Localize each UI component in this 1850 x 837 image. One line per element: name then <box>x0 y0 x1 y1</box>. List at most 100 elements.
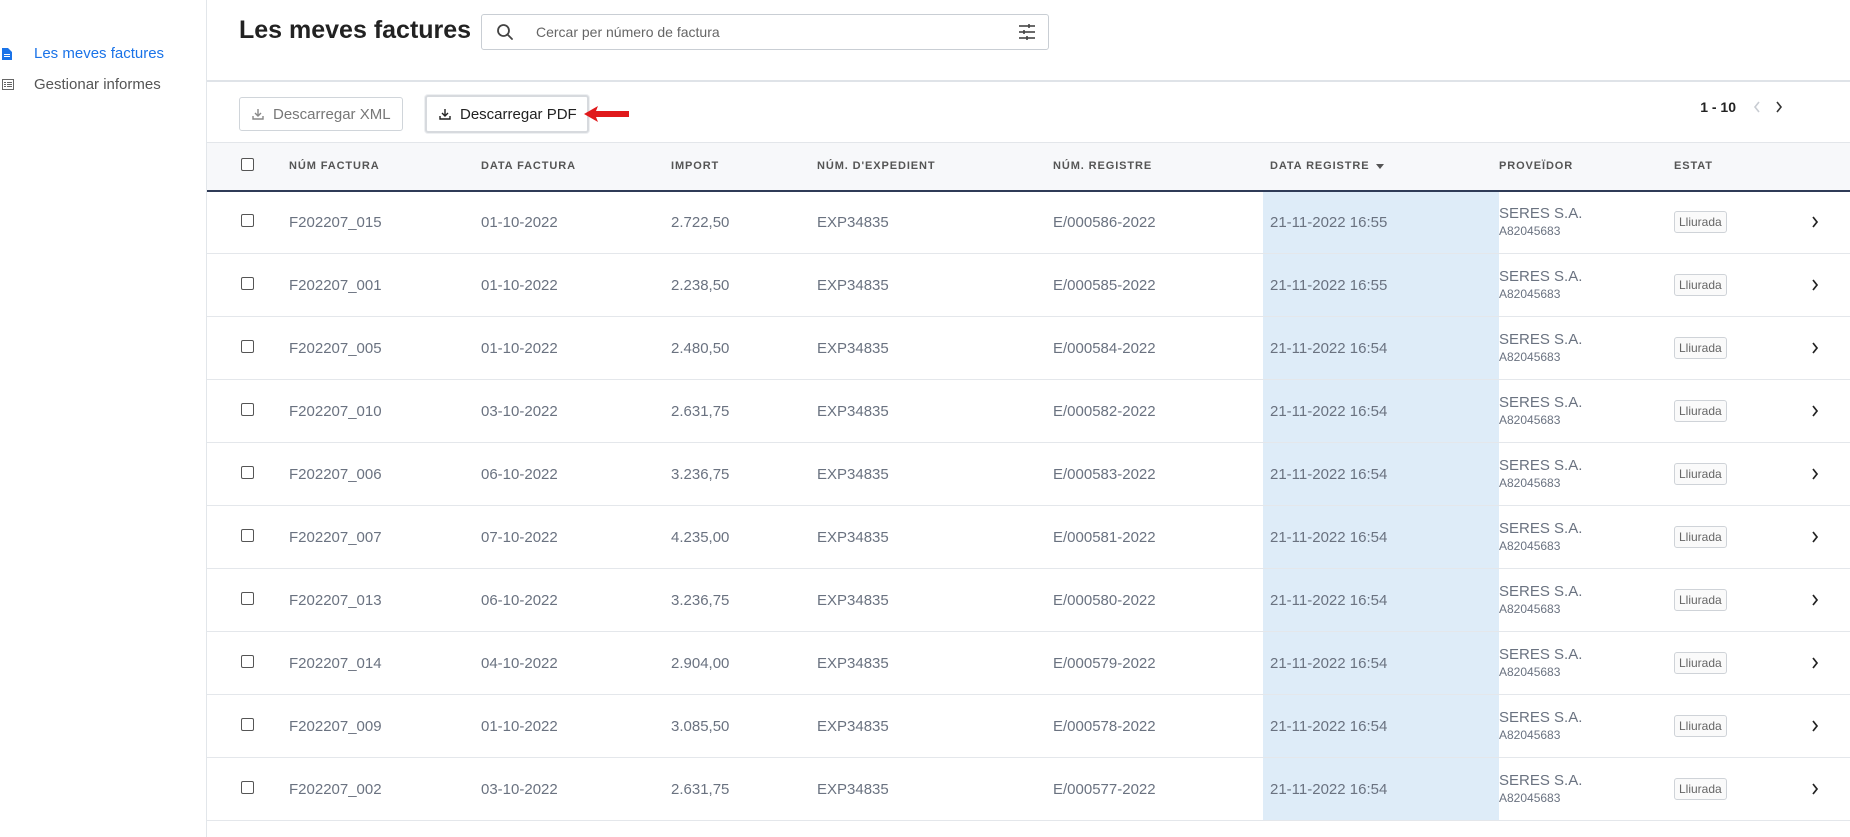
row-chevron-right-icon[interactable] <box>1780 720 1850 732</box>
invoice-number: F202207_015 <box>289 213 382 231</box>
registry-date: 21-11-2022 16:54 <box>1263 631 1499 695</box>
table-row[interactable]: F202207_014 04-10-2022 2.904,00 EXP34835… <box>207 631 1850 695</box>
row-checkbox[interactable] <box>241 654 254 668</box>
invoice-amount: 2.722,50 <box>671 213 730 231</box>
row-checkbox[interactable] <box>241 780 254 794</box>
row-chevron-right-icon[interactable] <box>1780 657 1850 669</box>
status-cell: Lliurada <box>1674 191 1780 254</box>
search-input[interactable] <box>536 15 976 49</box>
provider-id: A82045683 <box>1499 539 1561 553</box>
column-header[interactable]: PROVEÏDOR <box>1499 143 1674 191</box>
row-chevron-right-icon[interactable] <box>1780 468 1850 480</box>
column-header[interactable]: NÚM. D'EXPEDIENT <box>817 143 1053 191</box>
row-chevron-right-icon[interactable] <box>1780 405 1850 417</box>
status-cell: Lliurada <box>1674 317 1780 380</box>
invoices-table: NÚM FACTURA DATA FACTURA IMPORT NÚM. D'E… <box>207 142 1850 821</box>
sidebar-item-les-meves-factures[interactable]: Les meves factures <box>0 45 164 62</box>
registry-date: 21-11-2022 16:54 <box>1263 757 1499 821</box>
column-header[interactable]: NÚM. REGISTRE <box>1053 143 1263 191</box>
invoice-date: 03-10-2022 <box>481 402 558 420</box>
provider-cell: SERES S.A. A82045683 <box>1499 632 1674 695</box>
registry-number: E/000580-2022 <box>1053 591 1156 609</box>
row-chevron-right-icon[interactable] <box>1780 216 1850 228</box>
actions-header <box>1780 143 1850 191</box>
invoice-date: 06-10-2022 <box>481 465 558 483</box>
provider-cell: SERES S.A. A82045683 <box>1499 443 1674 506</box>
invoice-date: 01-10-2022 <box>481 213 558 231</box>
column-header[interactable]: NÚM FACTURA <box>289 143 481 191</box>
invoice-date: 04-10-2022 <box>481 654 558 672</box>
status-cell: Lliurada <box>1674 254 1780 317</box>
status-cell: Lliurada <box>1674 695 1780 758</box>
row-chevron-right-icon[interactable] <box>1780 783 1850 795</box>
row-checkbox[interactable] <box>241 276 254 290</box>
file-number: EXP34835 <box>817 339 889 357</box>
file-number: EXP34835 <box>817 213 889 231</box>
document-icon <box>2 47 14 61</box>
invoice-date: 01-10-2022 <box>481 276 558 294</box>
table-row[interactable]: F202207_005 01-10-2022 2.480,50 EXP34835… <box>207 316 1850 380</box>
row-checkbox[interactable] <box>241 717 254 731</box>
download-xml-button[interactable]: Descarregar XML <box>239 97 403 131</box>
column-header[interactable]: IMPORT <box>671 143 817 191</box>
provider-name: SERES S.A. <box>1499 772 1583 789</box>
registry-date: 21-11-2022 16:54 <box>1263 442 1499 506</box>
column-header[interactable]: DATA FACTURA <box>481 143 671 191</box>
header-divider <box>207 80 1850 82</box>
row-checkbox[interactable] <box>241 402 254 416</box>
row-chevron-right-icon[interactable] <box>1780 594 1850 606</box>
provider-id: A82045683 <box>1499 791 1561 805</box>
column-header-sorted[interactable]: DATA REGISTRE <box>1263 143 1499 191</box>
sidebar-item-gestionar-informes[interactable]: Gestionar informes <box>0 76 161 93</box>
table-row[interactable]: F202207_007 07-10-2022 4.235,00 EXP34835… <box>207 505 1850 569</box>
row-chevron-right-icon[interactable] <box>1780 531 1850 543</box>
list-icon <box>2 78 14 92</box>
status-badge: Lliurada <box>1674 526 1727 548</box>
table-row[interactable]: F202207_015 01-10-2022 2.722,50 EXP34835… <box>207 190 1850 254</box>
download-pdf-button[interactable]: Descarregar PDF <box>425 95 589 133</box>
row-checkbox[interactable] <box>241 591 254 605</box>
next-page-chevron-right-icon[interactable] <box>1768 97 1790 117</box>
row-checkbox[interactable] <box>241 213 254 227</box>
download-icon <box>439 108 451 120</box>
table-row[interactable]: F202207_002 03-10-2022 2.631,75 EXP34835… <box>207 757 1850 821</box>
status-badge: Lliurada <box>1674 589 1727 611</box>
provider-cell: SERES S.A. A82045683 <box>1499 380 1674 443</box>
status-cell: Lliurada <box>1674 380 1780 443</box>
file-number: EXP34835 <box>817 591 889 609</box>
provider-id: A82045683 <box>1499 413 1561 427</box>
file-number: EXP34835 <box>817 276 889 294</box>
select-all-checkbox[interactable] <box>241 158 254 172</box>
sidebar-item-label: Les meves factures <box>34 45 165 62</box>
provider-id: A82045683 <box>1499 602 1561 616</box>
invoice-number: F202207_006 <box>289 465 382 483</box>
table-row[interactable]: F202207_009 01-10-2022 3.085,50 EXP34835… <box>207 694 1850 758</box>
provider-name: SERES S.A. <box>1499 709 1583 726</box>
registry-number: E/000583-2022 <box>1053 465 1156 483</box>
row-checkbox[interactable] <box>241 339 254 353</box>
table-body: F202207_015 01-10-2022 2.722,50 EXP34835… <box>207 190 1850 821</box>
prev-page-chevron-left-icon[interactable] <box>1746 97 1768 117</box>
table-header-row: NÚM FACTURA DATA FACTURA IMPORT NÚM. D'E… <box>207 142 1850 191</box>
table-row[interactable]: F202207_001 01-10-2022 2.238,50 EXP34835… <box>207 253 1850 317</box>
invoice-date: 01-10-2022 <box>481 339 558 357</box>
row-chevron-right-icon[interactable] <box>1780 279 1850 291</box>
sidebar: Les meves factures Gestionar informes <box>0 0 207 837</box>
filter-sliders-icon[interactable] <box>1018 23 1036 46</box>
sidebar-item-label: Gestionar informes <box>34 76 161 93</box>
registry-date: 21-11-2022 16:54 <box>1263 316 1499 380</box>
row-checkbox[interactable] <box>241 465 254 479</box>
table-row[interactable]: F202207_006 06-10-2022 3.236,75 EXP34835… <box>207 442 1850 506</box>
row-chevron-right-icon[interactable] <box>1780 342 1850 354</box>
registry-number: E/000586-2022 <box>1053 213 1156 231</box>
invoice-amount: 3.085,50 <box>671 717 730 735</box>
table-row[interactable]: F202207_013 06-10-2022 3.236,75 EXP34835… <box>207 568 1850 632</box>
registry-date: 21-11-2022 16:54 <box>1263 694 1499 758</box>
column-header[interactable]: ESTAT <box>1674 143 1780 191</box>
red-arrow-annotation-icon <box>584 106 630 127</box>
row-checkbox[interactable] <box>241 528 254 542</box>
table-row[interactable]: F202207_010 03-10-2022 2.631,75 EXP34835… <box>207 379 1850 443</box>
status-cell: Lliurada <box>1674 758 1780 821</box>
file-number: EXP34835 <box>817 717 889 735</box>
provider-cell: SERES S.A. A82045683 <box>1499 695 1674 758</box>
